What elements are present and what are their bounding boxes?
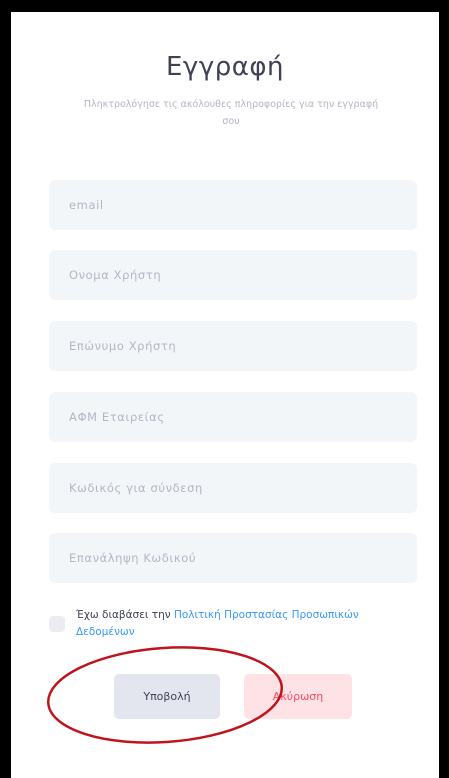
email-field[interactable] bbox=[49, 180, 417, 230]
privacy-consent-checkbox[interactable] bbox=[49, 616, 65, 632]
first-name-field[interactable] bbox=[49, 250, 417, 300]
privacy-consent-prefix: Έχω διαβάσει την bbox=[76, 609, 174, 621]
page-title: Εγγραφή bbox=[166, 52, 284, 82]
cancel-button[interactable]: Ακύρωση bbox=[244, 674, 352, 719]
privacy-consent-text: Έχω διαβάσει την Πολιτική Προστασίας Προ… bbox=[76, 607, 406, 641]
password-repeat-field[interactable] bbox=[49, 533, 417, 583]
password-field[interactable] bbox=[49, 463, 417, 513]
last-name-field[interactable] bbox=[49, 321, 417, 371]
signup-card: Εγγραφή Πληκτρολόγησε τις ακόλουθες πληρ… bbox=[11, 12, 439, 778]
submit-button[interactable]: Υποβολή bbox=[114, 674, 220, 719]
page-subtitle: Πληκτρολόγησε τις ακόλουθες πληροφορίες … bbox=[83, 99, 379, 127]
company-vat-field[interactable] bbox=[49, 392, 417, 442]
